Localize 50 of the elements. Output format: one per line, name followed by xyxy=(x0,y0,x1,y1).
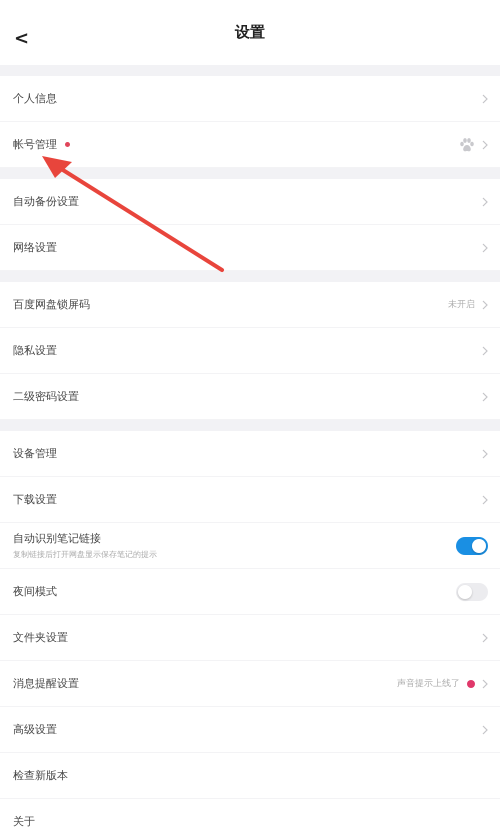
row-label: 隐私设置 xyxy=(13,343,57,358)
chevron-icon xyxy=(482,494,488,504)
row-label: 消息提醒设置 xyxy=(13,676,79,691)
chevron-icon xyxy=(482,678,488,688)
row-label: 检查新版本 xyxy=(13,768,68,783)
settings-row[interactable]: 关于 xyxy=(0,799,500,833)
chevron-icon xyxy=(482,242,488,252)
settings-row[interactable]: 自动识别笔记链接 复制链接后打开网盘显示保存笔记的提示 xyxy=(0,523,500,569)
row-hint: 复制链接后打开网盘显示保存笔记的提示 xyxy=(13,549,157,560)
row-value: 未开启 xyxy=(448,298,475,311)
row-label: 文件夹设置 xyxy=(13,630,68,645)
chevron-icon xyxy=(482,632,488,642)
settings-row[interactable]: 下载设置 xyxy=(0,477,500,523)
settings-row[interactable]: 文件夹设置 xyxy=(0,615,500,661)
chevron-icon xyxy=(482,140,488,150)
toggle-switch[interactable] xyxy=(456,536,488,554)
row-label: 高级设置 xyxy=(13,722,57,737)
toggle-switch[interactable] xyxy=(456,582,488,600)
settings-row[interactable]: 消息提醒设置 声音提示上线了 xyxy=(0,661,500,707)
settings-row[interactable]: 隐私设置 xyxy=(0,328,500,374)
settings-row[interactable]: 高级设置 xyxy=(0,707,500,753)
row-label: 自动备份设置 xyxy=(13,194,79,209)
chevron-icon xyxy=(482,346,488,356)
chevron-icon xyxy=(482,724,488,734)
page-title: 设置 xyxy=(235,23,265,42)
settings-row[interactable]: 设备管理 xyxy=(0,431,500,477)
row-label: 二级密码设置 xyxy=(13,389,79,404)
settings-row[interactable]: 夜间模式 xyxy=(0,569,500,615)
row-label: 关于 xyxy=(13,814,35,829)
row-label: 百度网盘锁屏码 xyxy=(13,297,90,312)
settings-row[interactable]: 检查新版本 xyxy=(0,753,500,799)
chevron-icon xyxy=(482,300,488,310)
row-label: 下载设置 xyxy=(13,492,57,507)
settings-row[interactable]: 百度网盘锁屏码 未开启 xyxy=(0,282,500,328)
row-label: 夜间模式 xyxy=(13,584,57,599)
chevron-icon xyxy=(482,196,488,206)
row-label: 网络设置 xyxy=(13,240,57,255)
row-label: 帐号管理 xyxy=(13,137,57,152)
row-label: 个人信息 xyxy=(13,91,57,106)
row-label: 设备管理 xyxy=(13,446,57,461)
settings-row[interactable]: 网络设置 xyxy=(0,225,500,271)
chevron-icon xyxy=(482,448,488,458)
settings-row[interactable]: 个人信息 xyxy=(0,76,500,122)
settings-row[interactable]: 自动备份设置 xyxy=(0,179,500,225)
back-button[interactable]: < xyxy=(14,28,30,49)
chevron-icon xyxy=(482,94,488,104)
settings-row[interactable]: 二级密码设置 xyxy=(0,374,500,420)
chevron-icon xyxy=(482,392,488,402)
row-label: 自动识别笔记链接 xyxy=(13,531,101,546)
row-value: 声音提示上线了 xyxy=(397,678,460,690)
